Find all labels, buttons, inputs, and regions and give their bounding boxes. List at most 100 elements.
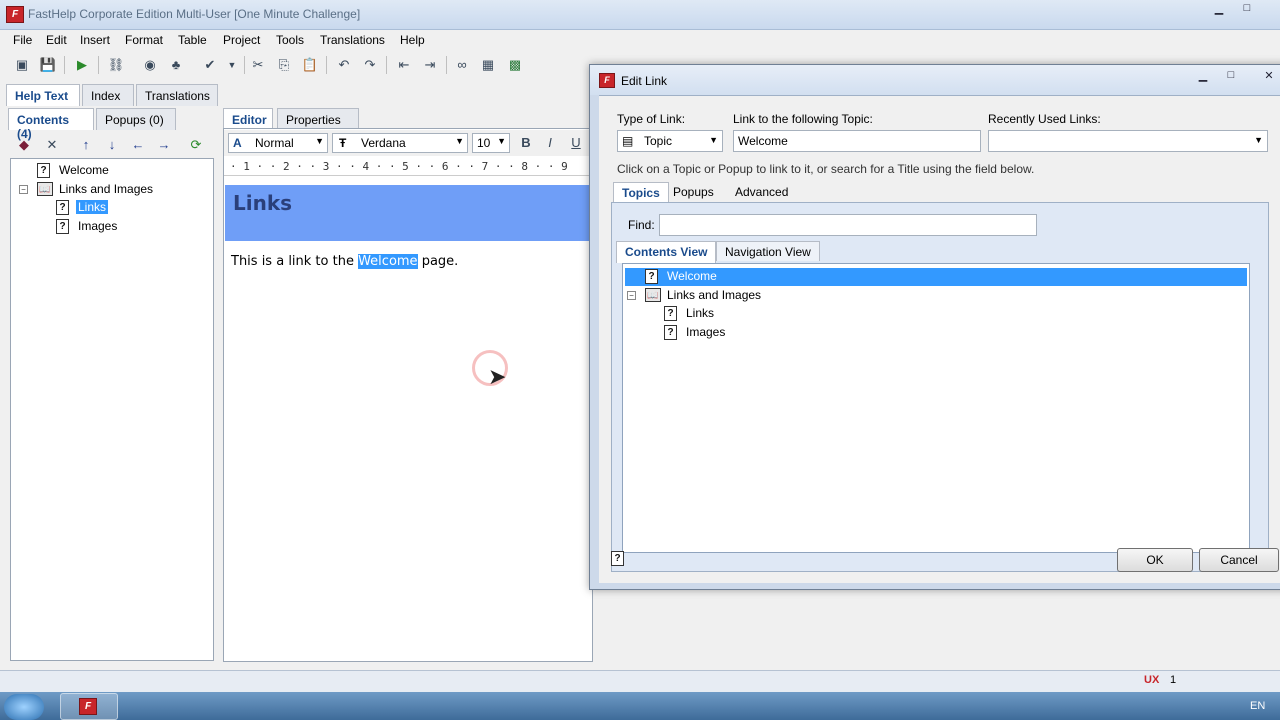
dialog-minimize-button[interactable]: ▁ bbox=[1190, 69, 1216, 87]
outdent-icon[interactable]: ⇤ bbox=[394, 55, 414, 75]
chevron-down-icon: ▼ bbox=[455, 136, 464, 146]
ok-button[interactable]: OK bbox=[1117, 548, 1193, 572]
paste-icon[interactable]: 📋 bbox=[300, 55, 320, 75]
tab-navigation-view[interactable]: Navigation View bbox=[716, 241, 820, 261]
instruction-text: Click on a Topic or Popup to link to it,… bbox=[617, 162, 1035, 176]
collapse-icon[interactable]: − bbox=[627, 291, 636, 300]
tab-help-text[interactable]: Help Text bbox=[6, 84, 80, 106]
redo-icon[interactable]: ↷ bbox=[360, 55, 380, 75]
tree-label: Welcome bbox=[667, 269, 717, 283]
tab-properties[interactable]: Properties bbox=[277, 108, 359, 130]
menu-file[interactable]: File bbox=[13, 33, 32, 47]
open-project-icon[interactable]: ▣ bbox=[12, 55, 32, 75]
topic-icon: ? bbox=[37, 163, 50, 178]
font-value: Verdana bbox=[361, 136, 406, 150]
selected-link-text[interactable]: Welcome bbox=[358, 254, 418, 269]
help-icon[interactable]: ? bbox=[611, 551, 624, 566]
language-indicator[interactable]: EN bbox=[1250, 700, 1265, 712]
find-input[interactable] bbox=[659, 214, 1037, 236]
tab-editor[interactable]: Editor bbox=[223, 108, 273, 130]
tab-translations[interactable]: Translations bbox=[136, 84, 218, 106]
topic-icon: ? bbox=[645, 269, 658, 284]
taskbar-app-button[interactable]: F bbox=[60, 693, 118, 720]
style-select[interactable]: A Normal ▼ bbox=[228, 133, 328, 153]
view-icon[interactable]: ◉ bbox=[140, 55, 160, 75]
dialog-tree-item-welcome[interactable]: ? Welcome bbox=[645, 268, 845, 286]
chevron-down-icon: ▼ bbox=[1254, 135, 1263, 145]
menu-help[interactable]: Help bbox=[400, 33, 425, 47]
menu-insert[interactable]: Insert bbox=[80, 33, 110, 47]
build-icon[interactable]: ♣ bbox=[166, 55, 186, 75]
run-icon[interactable]: ▶ bbox=[72, 55, 92, 75]
tree-label: Links bbox=[76, 200, 109, 214]
spellcheck-dropdown-icon[interactable]: ▼ bbox=[222, 55, 242, 75]
status-indicator-icon: UX bbox=[1144, 674, 1160, 686]
status-count: 1 bbox=[1170, 674, 1177, 686]
topic-icon: ? bbox=[664, 306, 677, 321]
sync-icon[interactable]: ⟳ bbox=[186, 135, 206, 155]
topic-icon: ? bbox=[56, 200, 69, 215]
tab-contents[interactable]: Contents (4) bbox=[8, 108, 94, 141]
font-size-value: 10 bbox=[477, 136, 491, 150]
body-paragraph[interactable]: This is a link to the Welcome page. bbox=[231, 254, 458, 269]
font-select[interactable]: Ŧ Verdana ▼ bbox=[332, 133, 468, 153]
minimize-button[interactable]: ▁ bbox=[1206, 2, 1232, 20]
start-button[interactable] bbox=[4, 694, 44, 720]
menu-tools[interactable]: Tools bbox=[276, 33, 304, 47]
move-down-icon[interactable]: ↓ bbox=[102, 135, 122, 155]
tree-item-images[interactable]: ? Images bbox=[56, 218, 176, 236]
tree-item-links[interactable]: ? Links bbox=[56, 199, 176, 217]
undo-icon[interactable]: ↶ bbox=[334, 55, 354, 75]
bold-button[interactable]: B bbox=[516, 133, 536, 153]
tab-topics[interactable]: Topics bbox=[613, 182, 669, 202]
move-up-icon[interactable]: ↑ bbox=[76, 135, 96, 155]
menu-format[interactable]: Format bbox=[125, 33, 163, 47]
menu-table[interactable]: Table bbox=[178, 33, 207, 47]
taskbar: F EN bbox=[0, 692, 1280, 720]
tab-popups-dialog[interactable]: Popups bbox=[665, 182, 722, 202]
tab-index[interactable]: Index bbox=[82, 84, 134, 106]
cut-icon[interactable]: ✂ bbox=[248, 55, 268, 75]
hyperlink-icon[interactable]: ∞ bbox=[452, 55, 472, 75]
new-topic-icon[interactable]: ◆ bbox=[14, 135, 34, 155]
dialog-maximize-button[interactable]: □ bbox=[1218, 69, 1244, 87]
dialog-tree-item-images[interactable]: ? Images bbox=[664, 324, 784, 342]
underline-button[interactable]: U bbox=[566, 133, 586, 153]
collapse-icon[interactable]: − bbox=[19, 185, 28, 194]
dialog-tree-item-links[interactable]: ? Links bbox=[664, 305, 784, 323]
move-right-icon[interactable]: → bbox=[154, 135, 174, 155]
font-size-select[interactable]: 10 ▼ bbox=[472, 133, 510, 153]
insert-image-icon[interactable]: ▩ bbox=[505, 55, 525, 75]
tree-item-links-and-images[interactable]: 📖 Links and Images bbox=[37, 181, 207, 199]
tab-contents-view[interactable]: Contents View bbox=[616, 241, 717, 263]
menu-edit[interactable]: Edit bbox=[46, 33, 67, 47]
chevron-down-icon: ▼ bbox=[709, 135, 718, 145]
tree-label: Links bbox=[686, 306, 715, 320]
indent-icon[interactable]: ⇥ bbox=[420, 55, 440, 75]
link-topic-label: Link to the following Topic: bbox=[733, 112, 873, 126]
save-icon[interactable]: 💾 bbox=[38, 55, 58, 75]
tab-advanced[interactable]: Advanced bbox=[727, 182, 796, 202]
link-tool-icon[interactable]: ⛓ bbox=[106, 55, 126, 75]
menu-project[interactable]: Project bbox=[223, 33, 260, 47]
menu-translations[interactable]: Translations bbox=[320, 33, 385, 47]
maximize-button[interactable]: □ bbox=[1234, 2, 1260, 20]
tree-item-welcome[interactable]: ? Welcome bbox=[37, 162, 197, 180]
tab-popups[interactable]: Popups (0) bbox=[96, 108, 176, 130]
type-of-link-value: Topic bbox=[644, 134, 673, 148]
status-bar: UX 1 bbox=[0, 670, 1280, 692]
insert-table-icon[interactable]: ▦ bbox=[478, 55, 498, 75]
ruler[interactable]: · 1 · · 2 · · 3 · · 4 · · 5 · · 6 · · 7 … bbox=[224, 158, 593, 176]
move-left-icon[interactable]: ← bbox=[128, 135, 148, 155]
italic-button[interactable]: I bbox=[540, 133, 560, 153]
link-topic-field[interactable]: Welcome bbox=[733, 130, 981, 152]
type-of-link-select[interactable]: ▤ Topic ▼ bbox=[617, 130, 723, 152]
copy-icon[interactable]: ⎘ bbox=[274, 55, 294, 75]
delete-icon[interactable]: ✕ bbox=[42, 135, 62, 155]
dialog-close-button[interactable]: ✕ bbox=[1256, 69, 1280, 87]
spellcheck-icon[interactable]: ✔ bbox=[200, 55, 220, 75]
recent-links-select[interactable]: ▼ bbox=[988, 130, 1268, 152]
dialog-tree-item-links-and-images[interactable]: 📖 Links and Images bbox=[645, 287, 845, 305]
page-heading[interactable]: Links bbox=[233, 191, 292, 215]
cancel-button[interactable]: Cancel bbox=[1199, 548, 1279, 572]
